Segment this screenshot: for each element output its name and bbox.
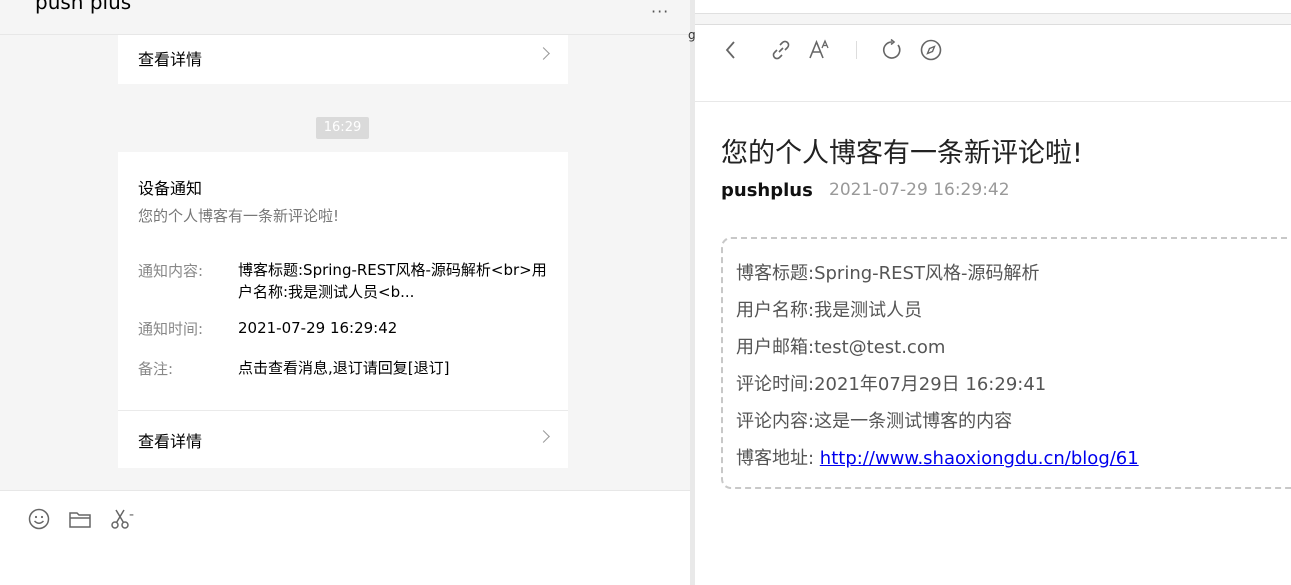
- field-value-remark: 点击查看消息,退订请回复[退订]: [238, 359, 450, 377]
- field-key-remark: 备注:: [138, 360, 174, 378]
- content-line-comment-content: 评论内容:这是一条测试博客的内容: [736, 411, 1013, 432]
- message-card-notice[interactable]: 设备通知 您的个人博客有一条新评论啦! 通知内容: 博客标题:Spring-RE…: [118, 152, 568, 468]
- chat-title: push plus: [35, 0, 132, 14]
- view-details-link[interactable]: 查看详情: [118, 35, 568, 84]
- article-content-box: 博客标题:Spring-REST风格-源码解析 用户名称:我是测试人员 用户邮箱…: [721, 237, 1291, 489]
- scissors-dropdown-indicator[interactable]: -: [129, 507, 134, 523]
- message-time-chip: 16:29: [316, 117, 369, 139]
- content-line-user-name: 用户名称:我是测试人员: [736, 300, 923, 321]
- article-author[interactable]: pushplus: [721, 180, 813, 201]
- app-window: push plus ··· 查看详情 16:29 设备通知 您的个人博客有一条新…: [0, 0, 1291, 585]
- font-size-icon[interactable]: [807, 38, 831, 62]
- field-key-time: 通知时间:: [138, 320, 204, 338]
- emoji-icon[interactable]: [27, 507, 51, 531]
- chat-header: push plus ···: [0, 0, 690, 35]
- link-icon[interactable]: [769, 38, 793, 62]
- message-input-area[interactable]: -: [0, 490, 690, 585]
- article-date: 2021-07-29 16:29:42: [829, 180, 1010, 200]
- chat-pane: push plus ··· 查看详情 16:29 设备通知 您的个人博客有一条新…: [0, 0, 690, 585]
- view-details-link[interactable]: 查看详情: [118, 410, 568, 459]
- browser-top-bar: [695, 0, 1291, 25]
- content-line-user-email: 用户邮箱:test@test.com: [736, 337, 946, 358]
- content-line-blog-url: 博客地址: http://www.shaoxiongdu.cn/blog/61: [736, 444, 1139, 470]
- address-bar[interactable]: [695, 0, 1291, 14]
- chevron-right-icon: [537, 47, 550, 60]
- folder-icon[interactable]: [68, 507, 92, 531]
- blog-url-link[interactable]: http://www.shaoxiongdu.cn/blog/61: [820, 448, 1139, 469]
- compass-icon[interactable]: [919, 38, 943, 62]
- view-details-label: 查看详情: [138, 432, 203, 451]
- notice-subtitle: 您的个人博客有一条新评论啦!: [138, 207, 340, 225]
- message-card-previous: 查看详情: [118, 35, 568, 84]
- field-value-content: 博客标题:Spring-REST风格-源码解析<br>用户名称:我是测试人员<b…: [238, 261, 547, 301]
- content-line-comment-time: 评论时间:2021年07月29日 16:29:41: [736, 374, 1047, 395]
- notice-title: 设备通知: [138, 179, 203, 198]
- refresh-icon[interactable]: [880, 38, 904, 62]
- view-details-label: 查看详情: [138, 50, 203, 69]
- more-options-icon[interactable]: ···: [651, 2, 669, 21]
- field-value-time: 2021-07-29 16:29:42: [238, 319, 398, 337]
- content-line-blog-title: 博客标题:Spring-REST风格-源码解析: [736, 263, 1040, 284]
- back-icon[interactable]: [719, 38, 743, 62]
- article-title: 您的个人博客有一条新评论啦!: [721, 138, 1083, 169]
- blog-url-prefix: 博客地址:: [736, 448, 820, 469]
- chevron-right-icon: [537, 430, 550, 443]
- toolbar-separator: [856, 41, 857, 59]
- field-key-content: 通知内容:: [138, 262, 204, 280]
- article-viewer: 您的个人博客有一条新评论啦! pushplus 2021-07-29 16:29…: [695, 0, 1291, 585]
